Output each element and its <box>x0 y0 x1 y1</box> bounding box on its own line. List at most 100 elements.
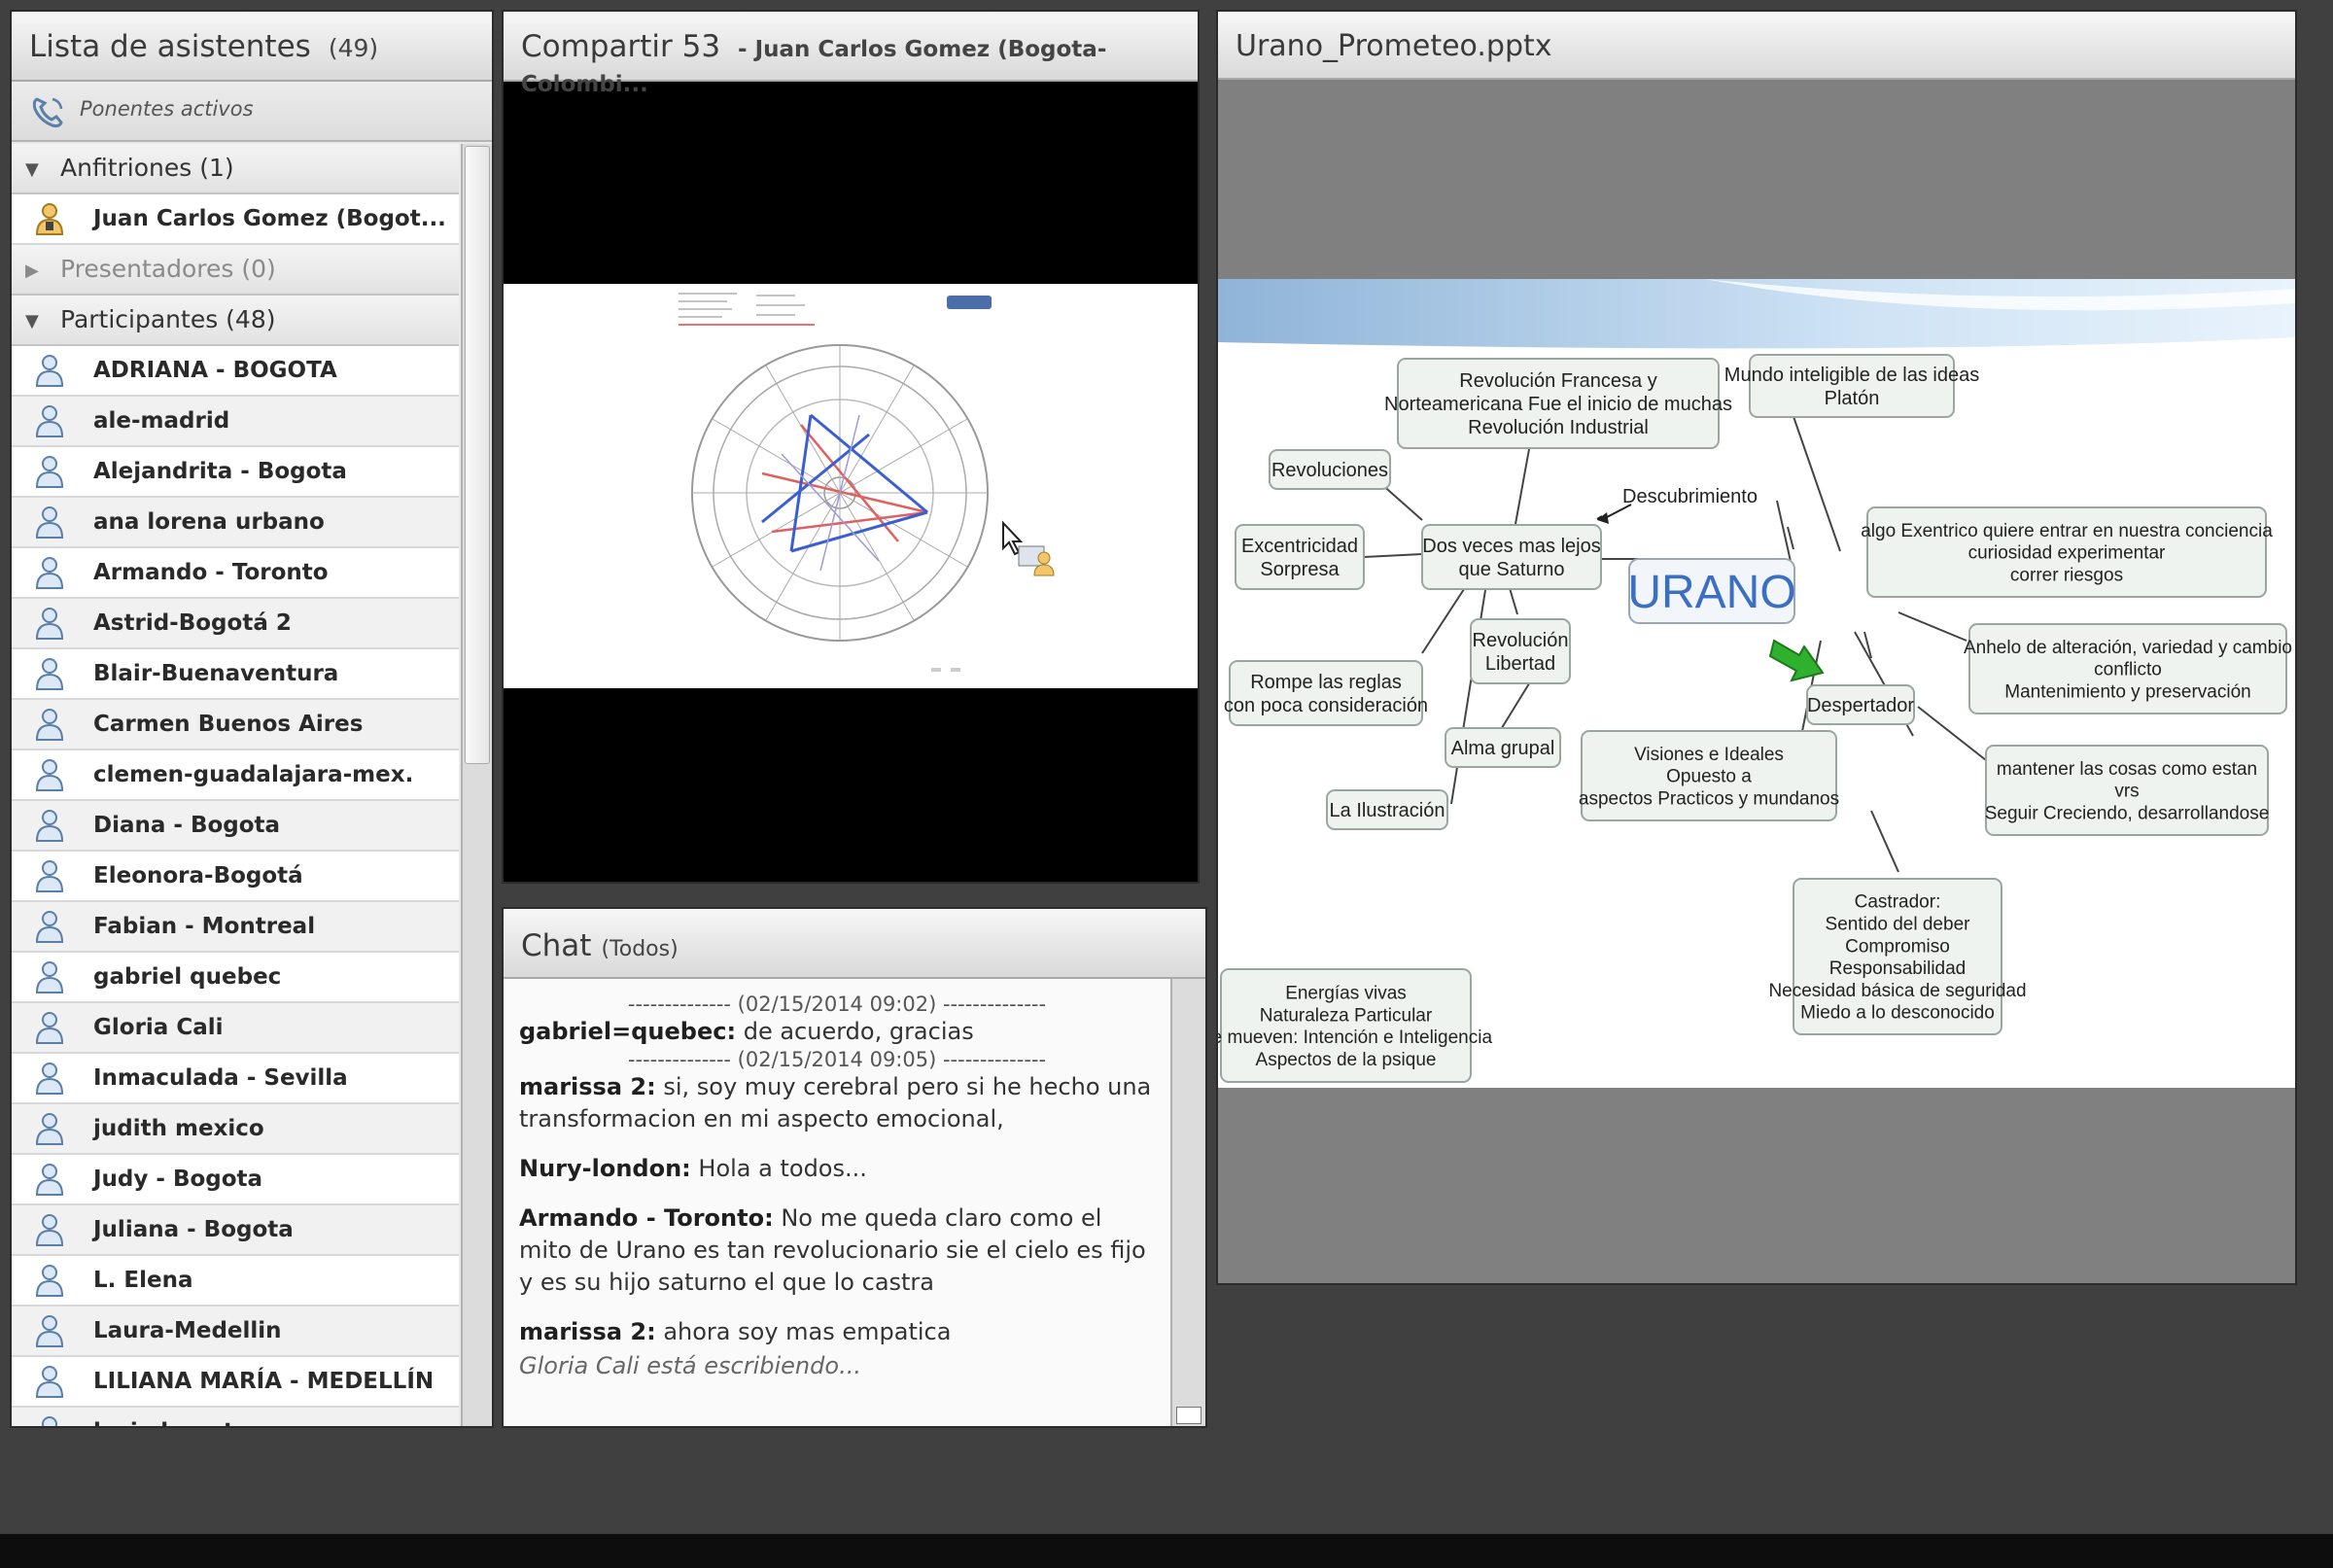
chat-text: ahora soy mas empatica <box>663 1318 952 1345</box>
participant-row[interactable]: Eleonora-Bogotá <box>12 852 459 902</box>
mind-map-node-text: Energías vivas <box>1285 983 1407 1003</box>
attendee-list-panel: Lista de asistentes (49) Ponentes activos… <box>12 12 492 1426</box>
user-icon <box>35 456 64 488</box>
chat-sender: marissa 2: <box>519 1073 656 1100</box>
chat-message: marissa 2: ahora soy mas empatica <box>504 1316 1170 1348</box>
mind-map-node: La Ilustración <box>1326 789 1448 830</box>
mind-map-node-text: Rompe las reglas <box>1250 672 1402 693</box>
participant-rows: ADRIANA - BOGOTA ale-madrid Alejandrita - … <box>12 346 459 1426</box>
participant-row[interactable]: clemen-guadalajara-mex. <box>12 750 459 801</box>
mind-map-node: mantener las cosas como estanvrsSeguir C… <box>1985 745 2270 836</box>
green-arrow-icon <box>1768 639 1825 682</box>
mind-map-node-text: Alma grupal <box>1451 738 1555 759</box>
participant-row[interactable]: Judy - Bogota <box>12 1155 459 1205</box>
participant-name: Laura-Medellin <box>93 1318 282 1343</box>
chat-messages: -------------- (02/15/2014 09:02) ------… <box>504 979 1170 1426</box>
participant-row[interactable]: judith mexico <box>12 1104 459 1155</box>
participant-row[interactable]: ana lorena urbano <box>12 498 459 548</box>
participant-name: clemen-guadalajara-mex. <box>93 762 414 787</box>
participant-row[interactable]: Laura-Medellin <box>12 1307 459 1357</box>
urano-title: URANO <box>1627 567 1795 618</box>
mind-map-node-text: Responsabilidad <box>1829 958 1967 979</box>
mind-map-node-text: curiosidad experimentar <box>1968 543 2166 564</box>
participant-row[interactable]: gabriel quebec <box>12 953 459 1003</box>
participant-row[interactable]: Armando - Toronto <box>12 548 459 599</box>
mind-map-node-text: Sentido del deber <box>1826 914 1971 934</box>
group-hosts-label: Anfitriones (1) <box>60 154 234 182</box>
participant-row[interactable]: lucia bogota <box>12 1408 459 1426</box>
mind-map-node-text: algo Exentrico quiere entrar en nuestra … <box>1861 521 2273 541</box>
participant-name: Fabian - Montreal <box>93 914 316 939</box>
mind-map-node-text: Seguir Creciendo, desarrollandose <box>1985 803 2270 823</box>
attendee-list: ▼ Anfitriones (1) Juan Carlos Gomez (Bog… <box>12 144 459 1426</box>
user-icon <box>35 557 64 589</box>
mind-map-node: Rompe las reglascon poca consideración <box>1224 660 1428 726</box>
participant-row[interactable]: ale-madrid <box>12 397 459 447</box>
scrollbar-thumb[interactable] <box>465 146 490 764</box>
mind-map-node-text: Dos veces mas lejos <box>1422 536 1600 557</box>
group-hosts[interactable]: ▼ Anfitriones (1) <box>12 144 459 194</box>
share-header: Compartir 53- Juan Carlos Gomez (Bogota-… <box>504 12 1198 97</box>
participant-name: LILIANA MARÍA - MEDELLÍN <box>93 1369 435 1394</box>
attendee-list-scrollbar[interactable] <box>461 144 492 1426</box>
participant-name: Armando - Toronto <box>93 560 329 585</box>
presenter-badge-icon <box>1018 545 1055 576</box>
user-icon <box>35 1214 64 1246</box>
astrology-chart-image <box>675 290 1055 672</box>
participant-row[interactable]: Juliana - Bogota <box>12 1205 459 1256</box>
mind-map-node-text: mantener las cosas como estan <box>1997 759 2257 780</box>
group-presenters[interactable]: ▶ Presentadores (0) <box>12 245 459 296</box>
mind-map-node-text: con poca consideración <box>1224 695 1428 716</box>
mind-map-node-text: Miedo a lo desconocido <box>1800 1003 1995 1024</box>
participant-name: Inmaculada - Sevilla <box>93 1065 348 1091</box>
participant-row[interactable]: Astrid-Bogotá 2 <box>12 599 459 649</box>
mind-map-node-text: Mantenimiento y preservación <box>2004 681 2250 702</box>
participant-name: Juliana - Bogota <box>93 1217 294 1242</box>
mind-map-node-text: Opuesto a <box>1666 767 1752 787</box>
mind-map-node: Visiones e IdealesOpuesto aaspectos Prac… <box>1579 730 1839 821</box>
user-icon <box>35 961 64 993</box>
participant-name: Eleonora-Bogotá <box>93 863 303 889</box>
mind-map-node-text: La Ilustración <box>1330 800 1445 821</box>
mind-map-node-text: aspectos Practicos y mundanos <box>1579 788 1839 809</box>
participant-row[interactable]: Blair-Buenaventura <box>12 649 459 700</box>
participant-name: Diana - Bogota <box>93 813 281 838</box>
mind-map-node-text: Excentricidad <box>1241 536 1358 557</box>
scrollbar-thumb[interactable] <box>1176 1407 1201 1424</box>
host-user-icon <box>35 203 64 235</box>
participant-row[interactable]: Inmaculada - Sevilla <box>12 1054 459 1104</box>
participant-row[interactable]: L. Elena <box>12 1256 459 1307</box>
chat-sender: marissa 2: <box>519 1318 656 1345</box>
mind-map-node: Mundo inteligible de las ideasPlatón <box>1724 354 1979 418</box>
mind-map-node-text: Revolución Francesa y <box>1459 370 1656 392</box>
participant-row[interactable]: Fabian - Montreal <box>12 902 459 953</box>
urano-central-node: URANO <box>1627 558 1796 624</box>
participant-row[interactable]: Gloria Cali <box>12 1003 459 1054</box>
participant-name: gabriel quebec <box>93 964 282 990</box>
host-row[interactable]: Juan Carlos Gomez (Bogot... <box>12 194 459 245</box>
chat-title: Chat (Todos) <box>521 928 679 963</box>
participant-name: Carmen Buenos Aires <box>93 712 364 737</box>
chat-scrollbar[interactable] <box>1170 979 1205 1426</box>
participant-row[interactable]: Carmen Buenos Aires <box>12 700 459 750</box>
active-speakers-bar[interactable]: Ponentes activos <box>12 82 492 142</box>
participant-name: Judy - Bogota <box>93 1167 263 1192</box>
group-presenters-label: Presentadores (0) <box>60 255 276 283</box>
chat-date-separator: -------------- (02/15/2014 09:05) ------… <box>627 1048 1047 1071</box>
mind-map-node-text: Revolución <box>1473 630 1569 651</box>
presentation-header: Urano_Prometeo.pptx <box>1218 12 2295 80</box>
participant-name: Alejandrita - Bogota <box>93 459 347 484</box>
mind-map-node-text: Sorpresa <box>1260 559 1340 580</box>
participant-row[interactable]: LILIANA MARÍA - MEDELLÍN <box>12 1357 459 1408</box>
participant-name: L. Elena <box>93 1268 193 1293</box>
user-icon <box>42 1416 57 1426</box>
attendee-list-header: Lista de asistentes (49) <box>12 12 492 82</box>
participant-row[interactable]: ADRIANA - BOGOTA <box>12 346 459 397</box>
mind-map-node: Energías vivasNaturaleza ParticularSe mu… <box>1218 968 1492 1083</box>
mind-map-node-text: Naturaleza Particular <box>1260 1005 1433 1026</box>
participant-row[interactable]: Diana - Bogota <box>12 801 459 852</box>
mind-map-node: Alma grupal <box>1445 727 1561 768</box>
group-participants[interactable]: ▼ Participantes (48) <box>12 296 459 346</box>
participant-row[interactable]: Alejandrita - Bogota <box>12 447 459 498</box>
user-icon <box>35 1063 64 1095</box>
